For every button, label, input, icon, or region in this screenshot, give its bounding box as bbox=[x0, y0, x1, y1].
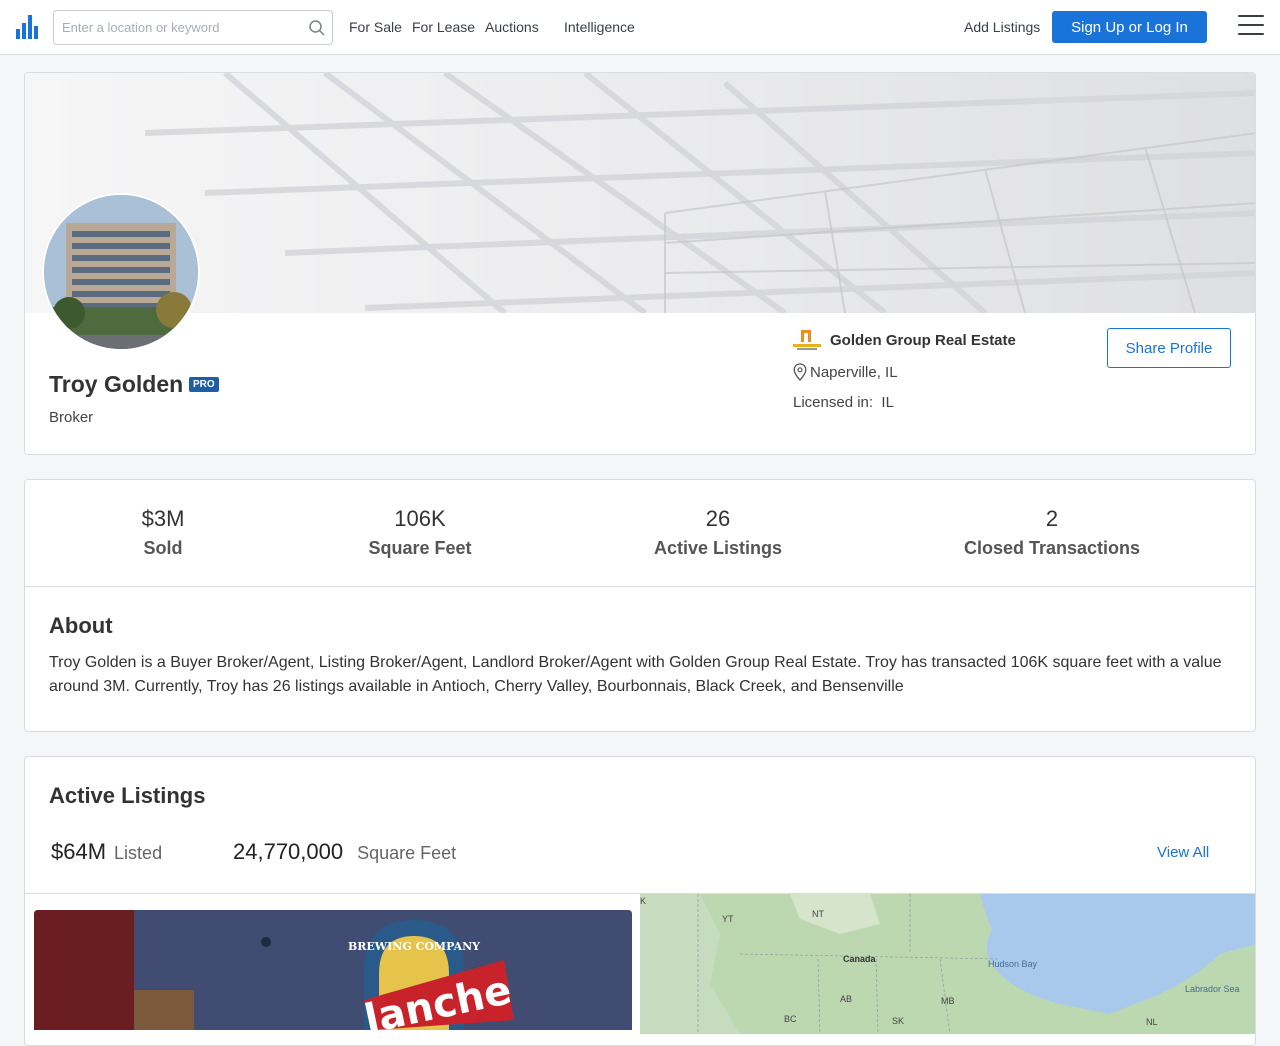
profile-card: Troy Golden PRO Broker Golden Group Real… bbox=[24, 72, 1256, 455]
search-icon[interactable] bbox=[308, 19, 326, 37]
pro-badge: PRO bbox=[189, 377, 219, 392]
profile-location: Naperville, IL bbox=[793, 363, 898, 381]
profile-name: Troy Golden bbox=[49, 371, 184, 397]
licensed-value: IL bbox=[881, 394, 894, 411]
top-navbar: For Sale For Lease Auctions Intelligence… bbox=[0, 0, 1280, 55]
profile-banner bbox=[25, 73, 1255, 313]
stat-active-listings: 26 Active Listings bbox=[654, 506, 782, 559]
map-label-nt: NT bbox=[812, 909, 824, 919]
listings-map[interactable]: YT NT Canada Hudson Bay Labrador Sea AB … bbox=[640, 894, 1255, 1034]
search-input[interactable] bbox=[62, 11, 302, 44]
company-label: Golden Group Real Estate bbox=[830, 331, 1016, 349]
stat-label: Square Feet bbox=[368, 538, 472, 558]
map-label-labrador-sea: Labrador Sea bbox=[1185, 984, 1240, 994]
crexi-logo-icon[interactable] bbox=[16, 15, 38, 39]
map-label-sk: SK bbox=[892, 1016, 904, 1026]
search-box bbox=[53, 10, 333, 45]
profile-role: Broker bbox=[49, 409, 94, 426]
nav-intelligence[interactable]: Intelligence bbox=[564, 19, 635, 35]
signup-login-button[interactable]: Sign Up or Log In bbox=[1052, 11, 1207, 43]
stats-about-card: $3M Sold 106K Square Feet 26 Active List… bbox=[24, 479, 1256, 732]
stat-label: Sold bbox=[143, 538, 183, 558]
sqft-value: 24,770,000 bbox=[233, 839, 344, 864]
about-heading: About bbox=[49, 613, 113, 638]
photo-sign-text: BREWING COMPANY bbox=[348, 940, 480, 953]
map-label-ab: AB bbox=[840, 994, 852, 1004]
licensed-in: Licensed in: IL bbox=[793, 394, 894, 411]
stat-sold: $3M Sold bbox=[142, 506, 185, 559]
map-label-bc: BC bbox=[784, 1014, 797, 1024]
map-pin-icon bbox=[793, 363, 807, 381]
sqft-label: Square Feet bbox=[357, 843, 457, 863]
add-listings-link[interactable]: Add Listings bbox=[964, 19, 1040, 35]
stat-label: Active Listings bbox=[653, 538, 783, 558]
map-label-hudson-bay: Hudson Bay bbox=[988, 959, 1038, 969]
map-label-mb: MB bbox=[941, 996, 955, 1006]
company-logo-icon bbox=[793, 330, 821, 350]
listed-label: Listed bbox=[114, 843, 163, 863]
share-profile-button[interactable]: Share Profile bbox=[1107, 328, 1231, 368]
licensed-label: Licensed in: bbox=[793, 394, 874, 411]
listing-photo[interactable]: BREWING COMPANY lanche bbox=[34, 910, 632, 1030]
stat-value: 2 bbox=[1045, 506, 1059, 531]
listed-value: $64M bbox=[51, 839, 107, 864]
nav-for-sale[interactable]: For Sale bbox=[349, 19, 402, 35]
nav-auctions[interactable]: Auctions bbox=[485, 19, 539, 35]
map-label-yt: YT bbox=[722, 914, 734, 924]
about-text: Troy Golden is a Buyer Broker/Agent, Lis… bbox=[49, 654, 1222, 695]
sqft-summary: 24,770,000 Square Feet bbox=[233, 839, 456, 865]
stat-value: 106K bbox=[394, 506, 446, 531]
divider bbox=[25, 586, 1255, 587]
map-label-nl: NL bbox=[1146, 1017, 1158, 1027]
map-label-k: K bbox=[640, 896, 646, 906]
stat-value: $3M bbox=[141, 506, 185, 531]
stat-value: 26 bbox=[705, 506, 731, 531]
stat-closed-transactions: 2 Closed Transactions bbox=[964, 506, 1140, 559]
active-listings-heading: Active Listings bbox=[49, 783, 206, 808]
listed-summary: $64M Listed bbox=[51, 839, 162, 865]
view-all-link[interactable]: View All bbox=[1157, 844, 1209, 861]
banner-image bbox=[25, 73, 1255, 313]
map-label-canada: Canada bbox=[843, 954, 877, 964]
nav-for-lease[interactable]: For Lease bbox=[412, 19, 475, 35]
menu-icon[interactable] bbox=[1238, 15, 1264, 37]
stat-square-feet: 106K Square Feet bbox=[368, 506, 471, 559]
company-name[interactable]: Golden Group Real Estate bbox=[793, 328, 1016, 352]
active-listings-card: Active Listings $64M Listed 24,770,000 Squ… bbox=[24, 756, 1256, 1046]
stat-label: Closed Transactions bbox=[963, 538, 1141, 558]
location-label: Naperville, IL bbox=[810, 363, 898, 381]
profile-avatar bbox=[42, 193, 200, 351]
